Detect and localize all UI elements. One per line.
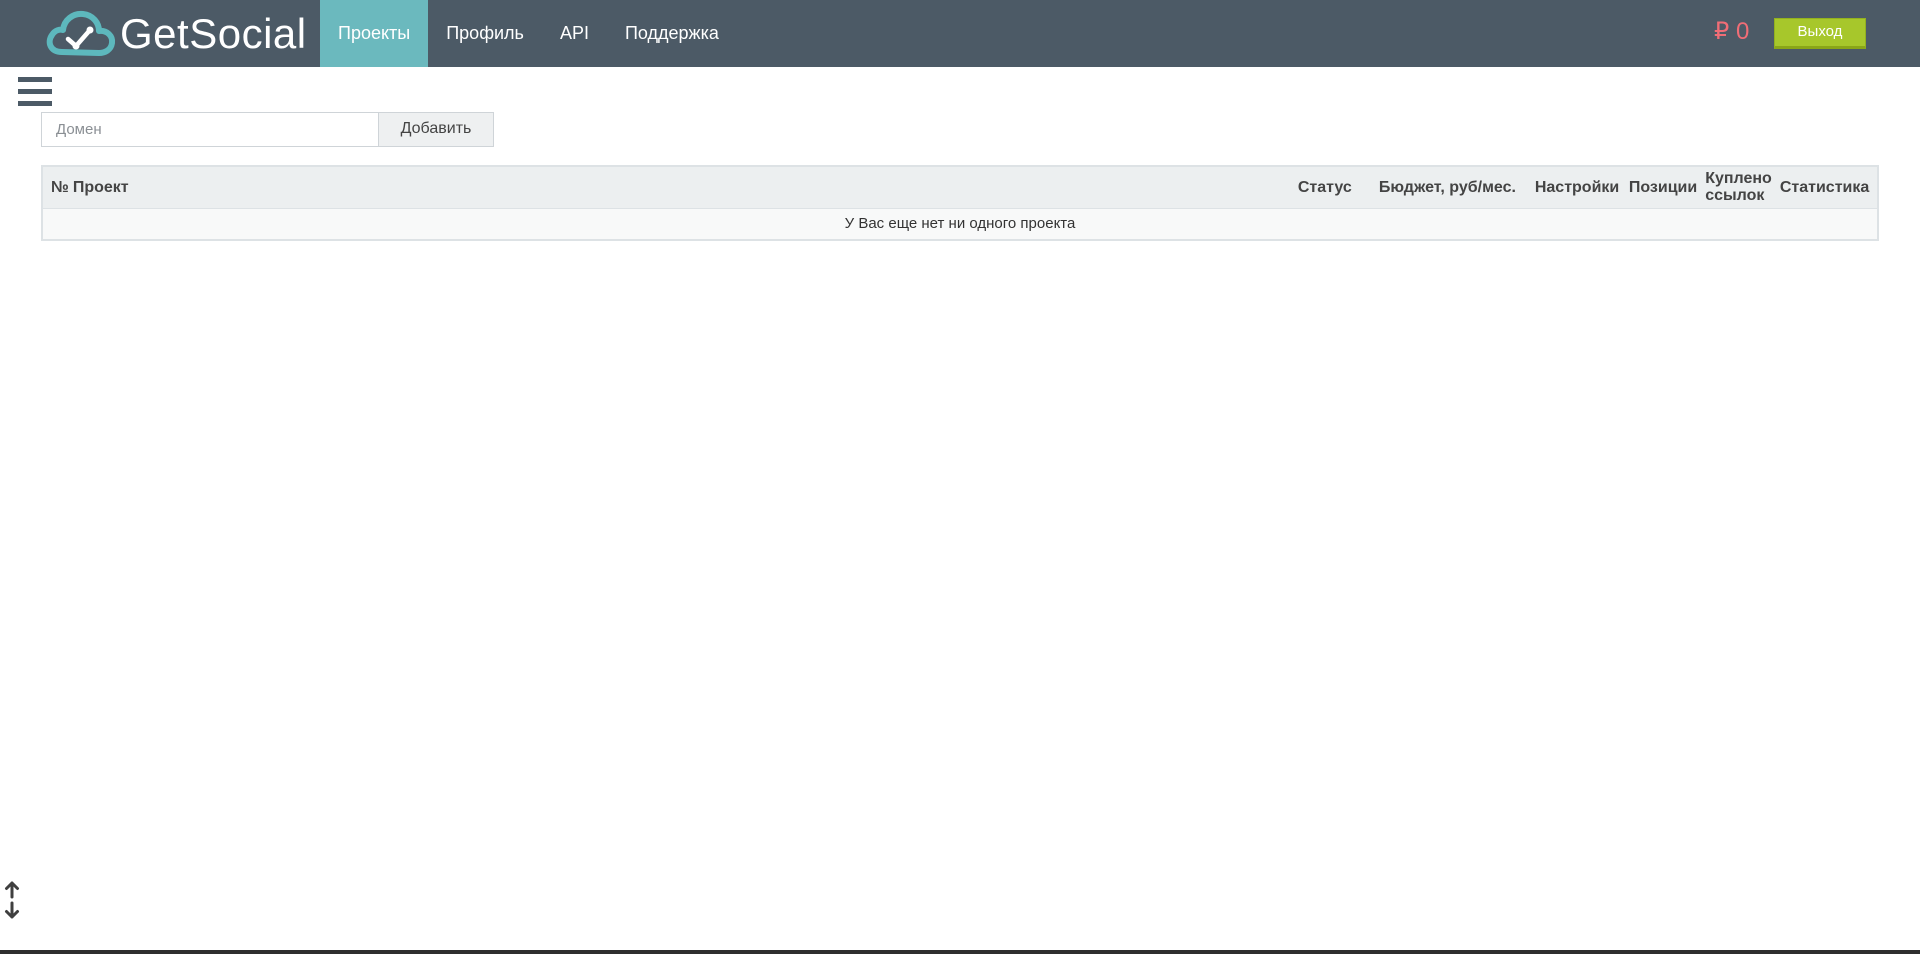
top-navbar: GetSocial Проекты Профиль API Поддержка …: [0, 0, 1920, 67]
scroll-controls: [4, 880, 20, 920]
logout-button[interactable]: Выход: [1774, 18, 1866, 49]
add-button[interactable]: Добавить: [379, 112, 494, 147]
column-budget[interactable]: Бюджет, руб/мес.: [1374, 166, 1531, 208]
account-balance[interactable]: ₽ 0: [1714, 16, 1749, 48]
column-positions[interactable]: Позиции: [1624, 166, 1702, 208]
empty-table-message: У Вас еще нет ни одного проекта: [42, 207, 1878, 240]
cloud-check-icon: [46, 10, 116, 56]
hamburger-menu-icon[interactable]: [18, 77, 52, 107]
projects-table: № Проект Статус Бюджет, руб/мес. Настрой…: [41, 165, 1879, 241]
arrow-up-icon[interactable]: [4, 880, 20, 900]
nav-item-support[interactable]: Поддержка: [607, 0, 737, 67]
table-header-row: № Проект Статус Бюджет, руб/мес. Настрой…: [42, 166, 1878, 208]
bottom-border: [0, 950, 1920, 954]
add-domain-form: Добавить: [41, 112, 494, 147]
table-row: У Вас еще нет ни одного проекта: [42, 207, 1878, 240]
nav-item-projects[interactable]: Проекты: [320, 0, 429, 67]
column-settings[interactable]: Настройки: [1530, 166, 1625, 208]
logo[interactable]: GetSocial: [44, 8, 307, 60]
logo-text: GetSocial: [120, 10, 307, 57]
nav-item-api[interactable]: API: [542, 0, 607, 67]
column-status[interactable]: Статус: [1293, 166, 1375, 208]
nav-item-profile[interactable]: Профиль: [428, 0, 542, 67]
domain-input[interactable]: [41, 112, 379, 147]
column-project[interactable]: Проект: [68, 166, 1294, 208]
column-number[interactable]: №: [42, 166, 69, 208]
arrow-down-icon[interactable]: [4, 900, 20, 920]
column-bought-links[interactable]: Куплено ссылок: [1701, 166, 1776, 208]
column-statistics[interactable]: Статистика: [1775, 166, 1878, 208]
main-nav: Проекты Профиль API Поддержка: [320, 0, 737, 67]
